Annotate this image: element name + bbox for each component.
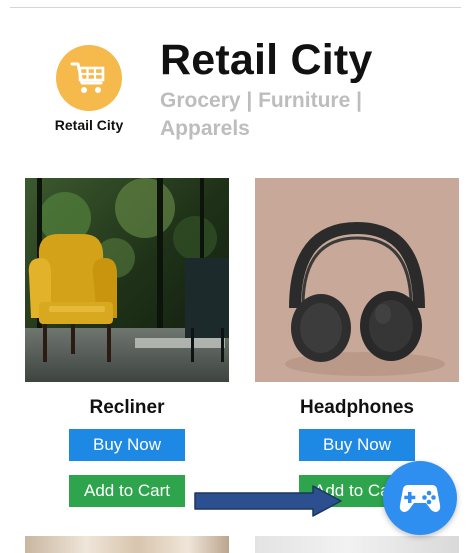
buy-now-button[interactable]: Buy Now — [299, 429, 415, 461]
product-name: Recliner — [89, 397, 165, 418]
arrow-right-icon — [194, 485, 342, 517]
logo-badge — [56, 45, 122, 111]
add-to-cart-button[interactable]: Add to Cart — [69, 475, 185, 507]
shopping-cart-icon — [70, 62, 105, 93]
next-product-image-partial — [255, 536, 459, 553]
store-title: Retail City — [160, 36, 373, 84]
brand-logo: Retail City — [34, 40, 144, 133]
headphones-image[interactable] — [255, 178, 459, 382]
product-name: Headphones — [299, 397, 415, 418]
store-tagline: Grocery | Furniture | Apparels — [160, 89, 362, 140]
gamepad-icon — [399, 485, 441, 512]
top-divider — [10, 7, 461, 8]
recliner-image[interactable] — [25, 178, 229, 382]
buy-now-button[interactable]: Buy Now — [69, 429, 185, 461]
product-card-recliner: Recliner Buy Now Add to Cart — [25, 178, 229, 507]
logo-caption: Retail City — [54, 117, 124, 133]
game-fab-button[interactable] — [383, 461, 457, 535]
product-card-headphones: Headphones Buy Now Add to Cart — [255, 178, 459, 507]
next-product-image-partial — [25, 536, 229, 553]
